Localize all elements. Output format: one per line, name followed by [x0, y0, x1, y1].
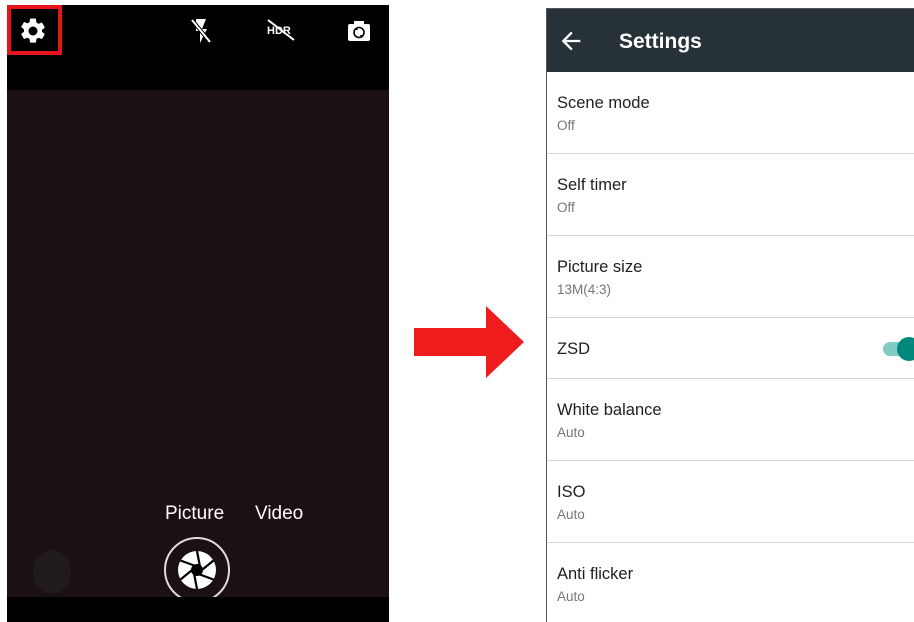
shutter-button[interactable]	[164, 537, 230, 603]
setting-label: ISO	[557, 483, 586, 501]
settings-app-bar: Settings	[547, 9, 914, 72]
setting-value: Off	[557, 118, 575, 133]
setting-scene-mode[interactable]: Scene mode Off	[547, 72, 914, 154]
setting-zsd[interactable]: ZSD	[547, 318, 914, 379]
arrow-right-icon	[414, 306, 524, 378]
setting-label: White balance	[557, 401, 662, 419]
setting-label: Scene mode	[557, 94, 650, 112]
setting-value: Auto	[557, 507, 585, 522]
mode-video[interactable]: Video	[255, 503, 303, 525]
setting-self-timer[interactable]: Self timer Off	[547, 154, 914, 236]
setting-value: Auto	[557, 425, 585, 440]
page-title: Settings	[619, 30, 702, 53]
setting-label: Anti flicker	[557, 565, 634, 583]
camera-top-bar: HDR	[7, 5, 389, 90]
camera-mode-selector: Picture Video	[7, 503, 389, 529]
shutter-icon	[178, 550, 216, 590]
setting-label: Picture size	[557, 258, 643, 276]
hdr-off-icon[interactable]: HDR	[263, 15, 299, 45]
setting-label: Self timer	[557, 176, 627, 194]
mode-picture[interactable]: Picture	[165, 503, 224, 525]
toggle-knob	[897, 337, 914, 361]
setting-value: Off	[557, 200, 575, 215]
setting-white-balance[interactable]: White balance Auto	[547, 379, 914, 461]
settings-screen: Settings Scene mode Off Self timer Off P…	[546, 8, 914, 622]
gallery-thumbnail[interactable]	[33, 550, 71, 594]
back-arrow-icon[interactable]	[557, 27, 585, 55]
flash-off-icon[interactable]	[187, 13, 215, 49]
switch-camera-icon[interactable]	[343, 15, 375, 47]
setting-iso[interactable]: ISO Auto	[547, 461, 914, 543]
zsd-toggle[interactable]	[883, 336, 914, 361]
setting-picture-size[interactable]: Picture size 13M(4:3)	[547, 236, 914, 318]
setting-value: 13M(4:3)	[557, 282, 612, 297]
gear-highlight-box	[7, 5, 62, 55]
camera-screen: HDR Picture Video	[7, 5, 389, 622]
camera-bottom-bar	[7, 597, 389, 622]
setting-value: Auto	[557, 589, 585, 604]
setting-label: ZSD	[557, 340, 590, 358]
setting-anti-flicker[interactable]: Anti flicker Auto	[547, 543, 914, 622]
